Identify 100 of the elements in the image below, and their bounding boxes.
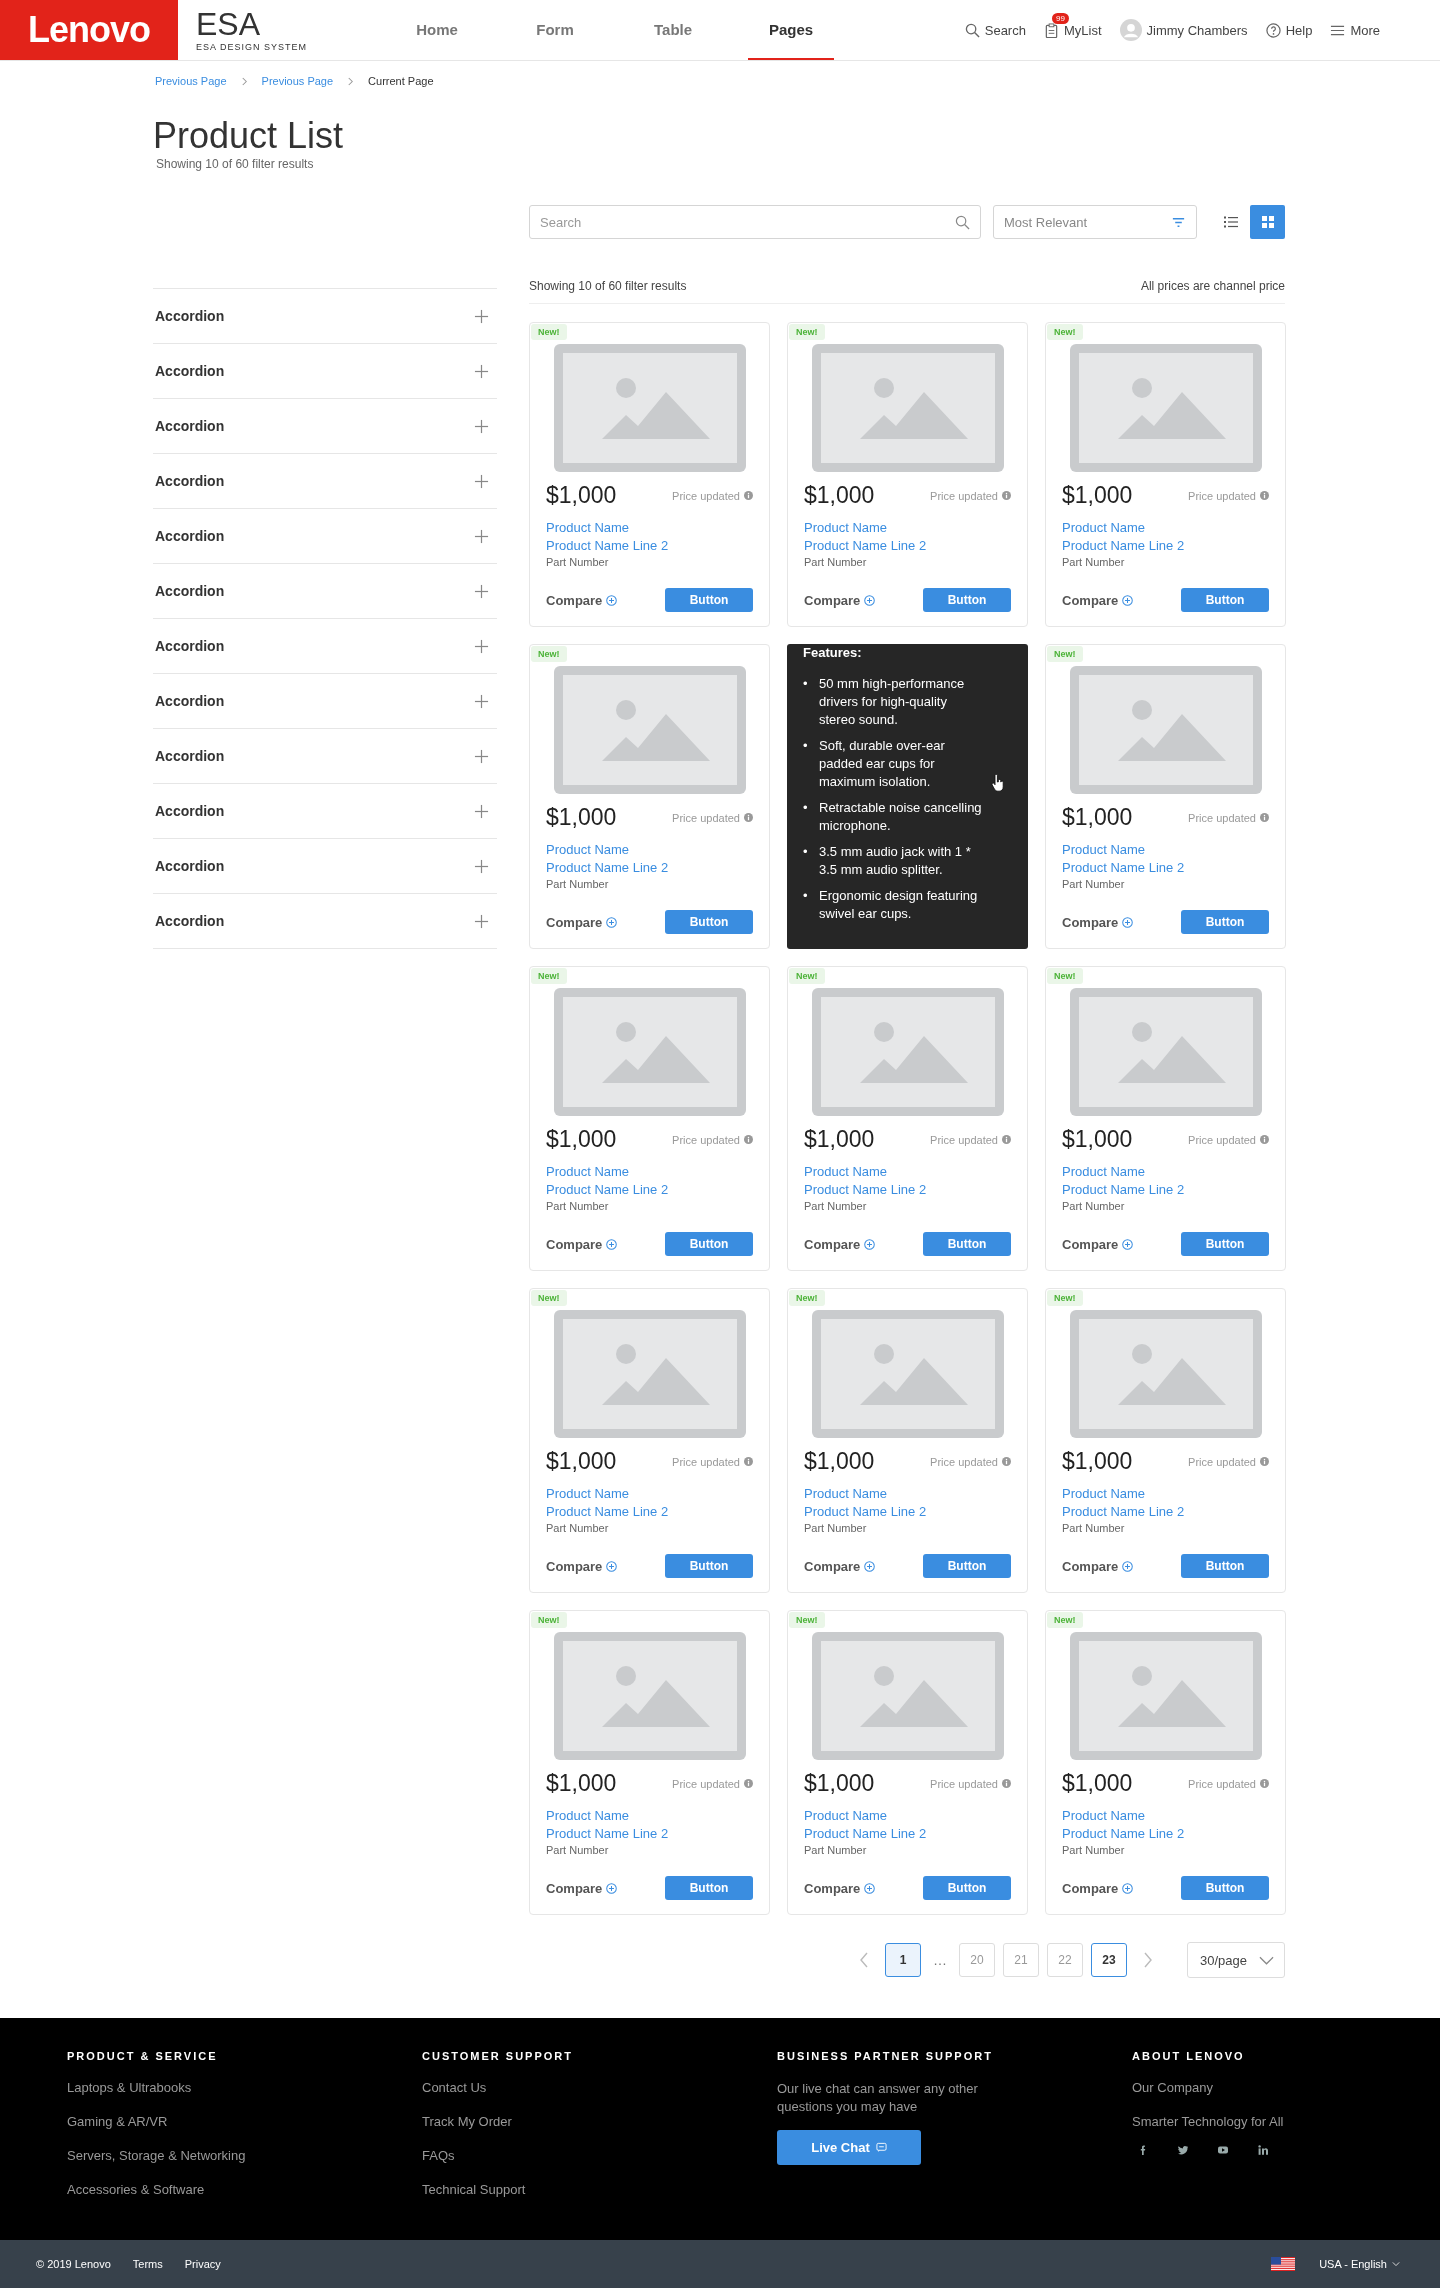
card-button[interactable]: Button [923, 588, 1011, 612]
page-button[interactable]: 22 [1047, 1943, 1083, 1977]
product-name-link[interactable]: Product Name [546, 519, 753, 537]
product-name-link[interactable]: Product Name [1062, 1163, 1269, 1181]
card-button[interactable]: Button [1181, 910, 1269, 934]
card-button[interactable]: Button [923, 1876, 1011, 1900]
product-name-link[interactable]: Product Name [804, 1485, 1011, 1503]
product-name-link[interactable]: Product Name Line 2 [546, 1825, 753, 1843]
compare-link[interactable]: Compare [804, 592, 876, 608]
page-size-dropdown[interactable]: 30/page [1187, 1942, 1285, 1978]
product-name-link[interactable]: Product Name Line 2 [1062, 537, 1269, 555]
card-button[interactable]: Button [1181, 1232, 1269, 1256]
product-name-link[interactable]: Product Name [804, 1807, 1011, 1825]
header-link[interactable]: 99 MyList [1043, 10, 1102, 50]
footer-link[interactable]: Accessories & Software [67, 2182, 205, 2198]
nav-tab[interactable]: Home [394, 0, 481, 60]
accordion-item[interactable]: Accordion [153, 289, 497, 344]
card-button[interactable]: Button [665, 1232, 753, 1256]
youtube-icon[interactable] [1217, 2144, 1229, 2156]
card-button[interactable]: Button [665, 588, 753, 612]
product-name-link[interactable]: Product Name [546, 841, 753, 859]
accordion-item[interactable]: Accordion [153, 894, 497, 949]
linkedin-icon[interactable] [1257, 2144, 1269, 2156]
lenovo-logo[interactable]: Lenovo [0, 0, 178, 60]
footer-link[interactable]: FAQs [422, 2148, 455, 2164]
card-button[interactable]: Button [1181, 1554, 1269, 1578]
card-button[interactable]: Button [1181, 1876, 1269, 1900]
page-button[interactable]: 20 [959, 1943, 995, 1977]
product-name-link[interactable]: Product Name Line 2 [1062, 1181, 1269, 1199]
accordion-item[interactable]: Accordion [153, 729, 497, 784]
footer-link[interactable]: Servers, Storage & Networking [67, 2148, 246, 2164]
compare-link[interactable]: Compare [804, 1880, 876, 1896]
accordion-item[interactable]: Accordion [153, 784, 497, 839]
product-name-link[interactable]: Product Name [546, 1485, 753, 1503]
product-name-link[interactable]: Product Name Line 2 [546, 1181, 753, 1199]
accordion-item[interactable]: Accordion [153, 399, 497, 454]
breadcrumb-link[interactable]: Previous Page [261, 75, 334, 87]
nav-tab[interactable]: Table [630, 0, 717, 60]
product-name-link[interactable]: Product Name Line 2 [546, 537, 753, 555]
legal-link[interactable]: Privacy [184, 2258, 221, 2270]
card-button[interactable]: Button [1181, 588, 1269, 612]
header-link[interactable]: Search [964, 10, 1026, 50]
product-name-link[interactable]: Product Name Line 2 [546, 859, 753, 877]
footer-link[interactable]: Track My Order [422, 2114, 512, 2130]
compare-link[interactable]: Compare [546, 1880, 618, 1896]
accordion-item[interactable]: Accordion [153, 454, 497, 509]
accordion-item[interactable]: Accordion [153, 509, 497, 564]
product-name-link[interactable]: Product Name [1062, 519, 1269, 537]
accordion-item[interactable]: Accordion [153, 674, 497, 729]
accordion-item[interactable]: Accordion [153, 619, 497, 674]
card-button[interactable]: Button [665, 1876, 753, 1900]
compare-link[interactable]: Compare [804, 1558, 876, 1574]
live-chat-button[interactable]: Live Chat [777, 2130, 921, 2165]
footer-link[interactable]: Laptops & Ultrabooks [67, 2080, 192, 2096]
card-button[interactable]: Button [923, 1554, 1011, 1578]
header-link[interactable]: Help [1265, 10, 1313, 50]
compare-link[interactable]: Compare [546, 592, 618, 608]
page-button[interactable]: 1 [885, 1943, 921, 1977]
page-button[interactable]: 21 [1003, 1943, 1039, 1977]
product-name-link[interactable]: Product Name [1062, 1807, 1269, 1825]
header-link[interactable]: More [1330, 10, 1380, 50]
product-name-link[interactable]: Product Name [804, 1163, 1011, 1181]
footer-link[interactable]: Smarter Technology for All [1132, 2114, 1284, 2130]
accordion-item[interactable]: Accordion [153, 344, 497, 399]
product-name-link[interactable]: Product Name Line 2 [804, 537, 1011, 555]
product-name-link[interactable]: Product Name [1062, 841, 1269, 859]
compare-link[interactable]: Compare [1062, 1880, 1134, 1896]
breadcrumb-link[interactable]: Previous Page [155, 75, 227, 87]
product-name-link[interactable]: Product Name Line 2 [546, 1503, 753, 1521]
legal-link[interactable]: Terms [132, 2258, 163, 2270]
page-button[interactable]: 23 [1091, 1943, 1127, 1977]
compare-link[interactable]: Compare [1062, 592, 1134, 608]
product-name-link[interactable]: Product Name Line 2 [804, 1181, 1011, 1199]
product-name-link[interactable]: Product Name Line 2 [804, 1503, 1011, 1521]
product-name-link[interactable]: Product Name Line 2 [1062, 1503, 1269, 1521]
compare-link[interactable]: Compare [1062, 1236, 1134, 1252]
current-breadcrumb[interactable]: Current Page [368, 75, 434, 87]
footer-link[interactable]: Gaming & AR/VR [67, 2114, 168, 2130]
footer-link[interactable]: Contact Us [422, 2080, 487, 2096]
accordion-item[interactable]: Accordion [153, 839, 497, 894]
product-name-link[interactable]: Product Name Line 2 [1062, 1825, 1269, 1843]
compare-link[interactable]: Compare [1062, 914, 1134, 930]
card-button[interactable]: Button [665, 1554, 753, 1578]
compare-link[interactable]: Compare [804, 1236, 876, 1252]
card-button[interactable]: Button [923, 1232, 1011, 1256]
product-name-link[interactable]: Product Name [546, 1807, 753, 1825]
card-button[interactable]: Button [665, 910, 753, 934]
footer-link[interactable]: Technical Support [422, 2182, 526, 2198]
header-link[interactable]: Jimmy Chambers [1119, 10, 1248, 50]
language-selector[interactable]: USA - English [1319, 2258, 1400, 2270]
footer-link[interactable]: Our Company [1132, 2080, 1213, 2096]
product-name-link[interactable]: Product Name Line 2 [804, 1825, 1011, 1843]
product-name-link[interactable]: Product Name [804, 519, 1011, 537]
grid-view-button[interactable] [1250, 205, 1285, 239]
compare-link[interactable]: Compare [546, 914, 618, 930]
product-name-link[interactable]: Product Name [1062, 1485, 1269, 1503]
product-name-link[interactable]: Product Name Line 2 [1062, 859, 1269, 877]
nav-tab[interactable]: Form [512, 0, 599, 60]
compare-link[interactable]: Compare [546, 1236, 618, 1252]
nav-tab[interactable]: Pages [748, 0, 835, 60]
